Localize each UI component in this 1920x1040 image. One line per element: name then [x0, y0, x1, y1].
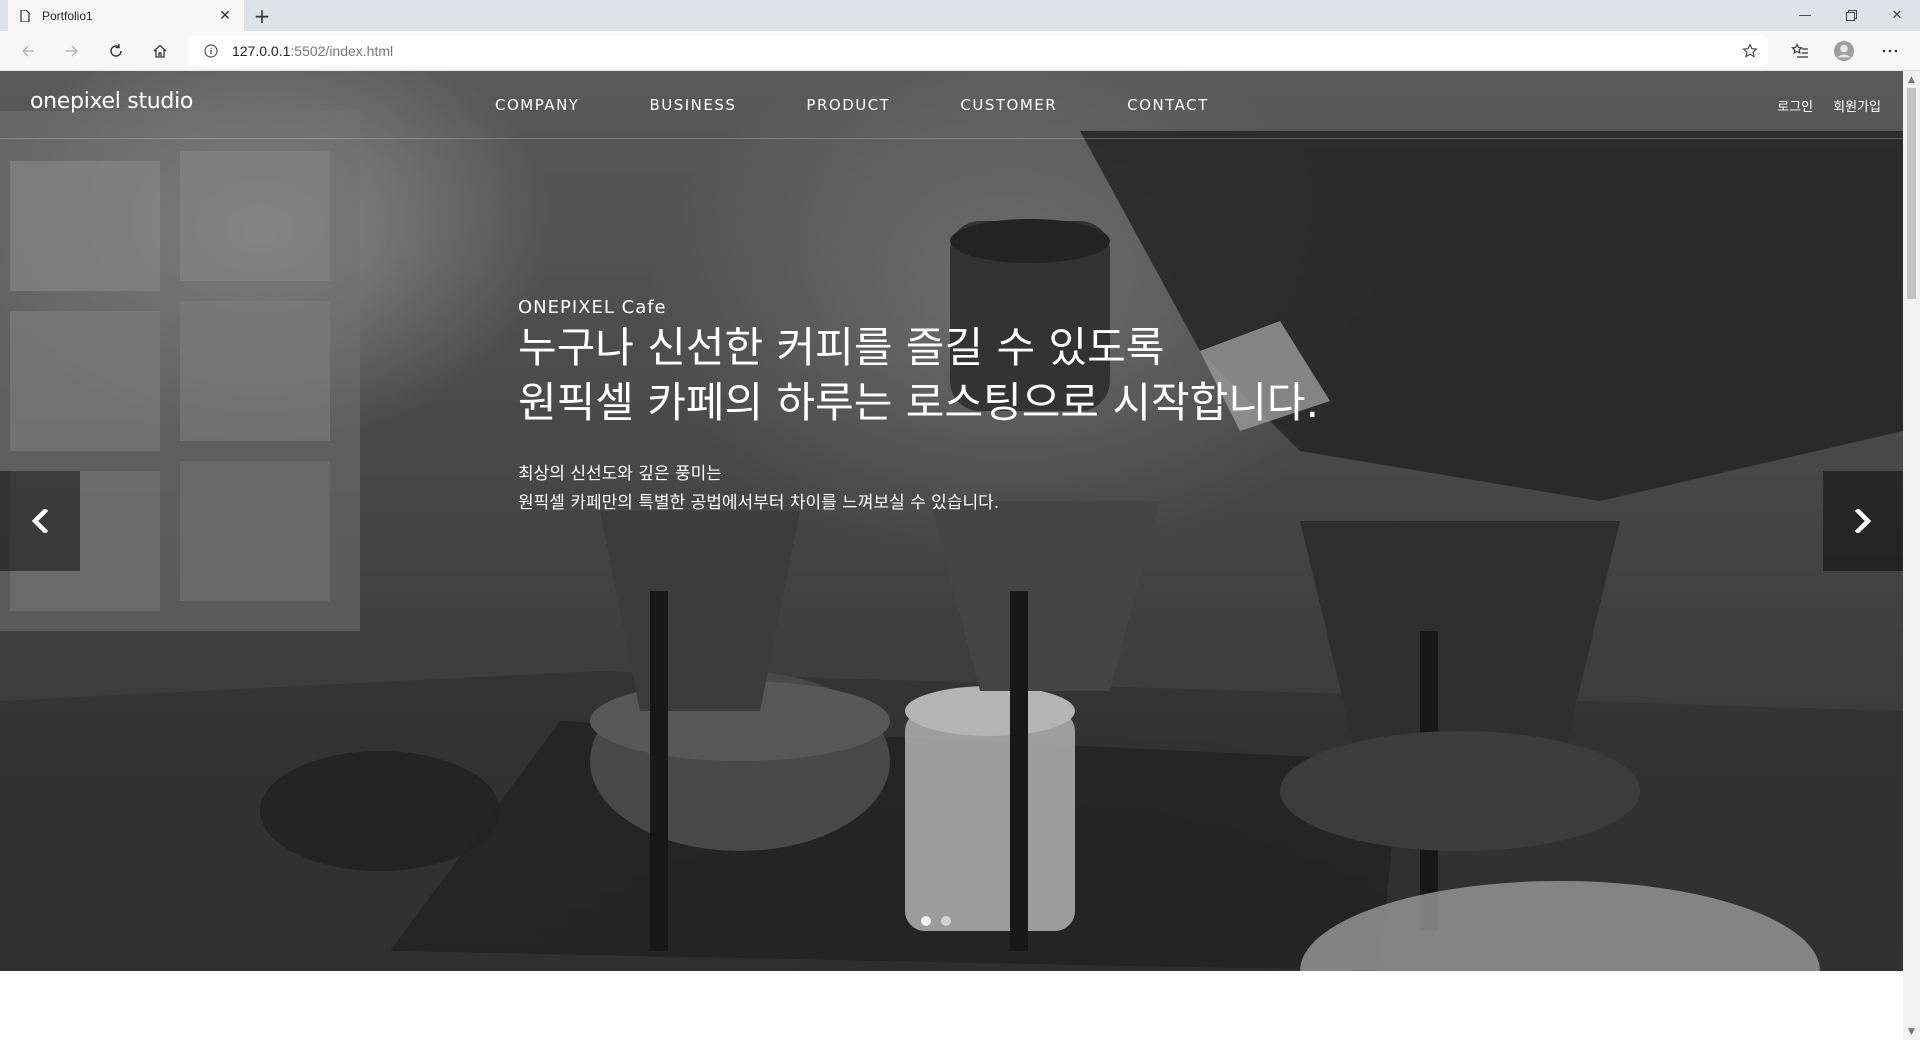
back-arrow-icon[interactable]: [14, 37, 42, 65]
next-slide-button[interactable]: [1823, 471, 1903, 571]
minimize-icon[interactable]: —: [1782, 0, 1828, 31]
nav-item-customer[interactable]: CUSTOMER: [960, 96, 1057, 114]
profile-icon[interactable]: [1830, 37, 1858, 65]
scroll-thumb[interactable]: [1907, 88, 1916, 299]
nav-item-contact[interactable]: CONTACT: [1127, 96, 1209, 114]
window-close-icon[interactable]: ✕: [1874, 0, 1920, 31]
util-menu: 로그인 회원가입: [1757, 71, 1881, 139]
signup-link[interactable]: 회원가입: [1833, 96, 1881, 115]
scroll-down-icon[interactable]: ▼: [1903, 1023, 1920, 1040]
browser-toolbar: 127.0.0.1:5502/index.html: [0, 31, 1920, 71]
url-path: :5502/index.html: [290, 43, 394, 59]
url-host: 127.0.0.1: [232, 43, 291, 59]
site-logo[interactable]: onepixel studio: [30, 89, 193, 114]
hero-overlay: [0, 71, 1903, 971]
chevron-right-icon: [1854, 509, 1872, 533]
page-scrollbar[interactable]: ▲ ▼: [1903, 71, 1920, 1040]
nav-item-business[interactable]: BUSINESS: [649, 96, 736, 114]
login-link[interactable]: 로그인: [1777, 96, 1813, 115]
slide-headline: 누구나 신선한 커피를 즐길 수 있도록 원픽셀 카페의 하루는 로스팅으로 시…: [518, 320, 1319, 430]
prev-slide-button[interactable]: [0, 471, 80, 571]
nav-item-company[interactable]: COMPANY: [495, 96, 579, 114]
tab-title: Portfolio1: [42, 8, 93, 23]
browser-tabbar: Portfolio1 ✕ + — ✕: [0, 0, 1920, 31]
info-icon[interactable]: [196, 44, 226, 58]
headline-line-1: 누구나 신선한 커피를 즐길 수 있도록: [518, 323, 1165, 372]
close-icon[interactable]: ✕: [216, 8, 234, 24]
favorites-list-icon[interactable]: [1786, 37, 1814, 65]
refresh-icon[interactable]: [102, 37, 130, 65]
url-text: 127.0.0.1:5502/index.html: [232, 43, 393, 59]
restore-icon[interactable]: [1828, 0, 1874, 31]
chevron-left-icon: [31, 509, 49, 533]
headline-line-2: 원픽셀 카페의 하루는 로스팅으로 시작합니다.: [518, 378, 1319, 427]
slide-dot-2[interactable]: [941, 916, 951, 926]
slide-description: 최상의 신선도와 깊은 풍미는 원픽셀 카페만의 특별한 공법에서부터 차이를 …: [518, 460, 1319, 518]
forward-arrow-icon[interactable]: [58, 37, 86, 65]
page-viewport: onepixel studio COMPANY BUSINESS PRODUCT…: [0, 71, 1903, 1040]
home-icon[interactable]: [146, 37, 174, 65]
slide-dot-1[interactable]: [921, 916, 931, 926]
address-bar[interactable]: 127.0.0.1:5502/index.html: [188, 36, 1768, 66]
desc-line-1: 최상의 신선도와 깊은 풍미는: [518, 464, 722, 484]
page-icon: [18, 9, 32, 23]
more-icon[interactable]: [1876, 37, 1904, 65]
main-nav: COMPANY BUSINESS PRODUCT CUSTOMER CONTAC…: [460, 71, 1244, 139]
site-header: onepixel studio COMPANY BUSINESS PRODUCT…: [0, 71, 1903, 139]
nav-item-product[interactable]: PRODUCT: [806, 96, 890, 114]
slide-pagination: [916, 916, 956, 926]
slide-caption: ONEPIXEL Cafe 누구나 신선한 커피를 즐길 수 있도록 원픽셀 카…: [518, 297, 1319, 518]
scroll-up-icon[interactable]: ▲: [1903, 71, 1920, 88]
browser-tab[interactable]: Portfolio1 ✕: [8, 0, 244, 31]
star-icon[interactable]: [1738, 39, 1762, 63]
slide-eyebrow: ONEPIXEL Cafe: [518, 297, 667, 318]
desc-line-2: 원픽셀 카페만의 특별한 공법에서부터 차이를 느껴보실 수 있습니다.: [518, 493, 1000, 513]
new-tab-button[interactable]: +: [250, 4, 274, 28]
hero-slider: onepixel studio COMPANY BUSINESS PRODUCT…: [0, 71, 1903, 971]
